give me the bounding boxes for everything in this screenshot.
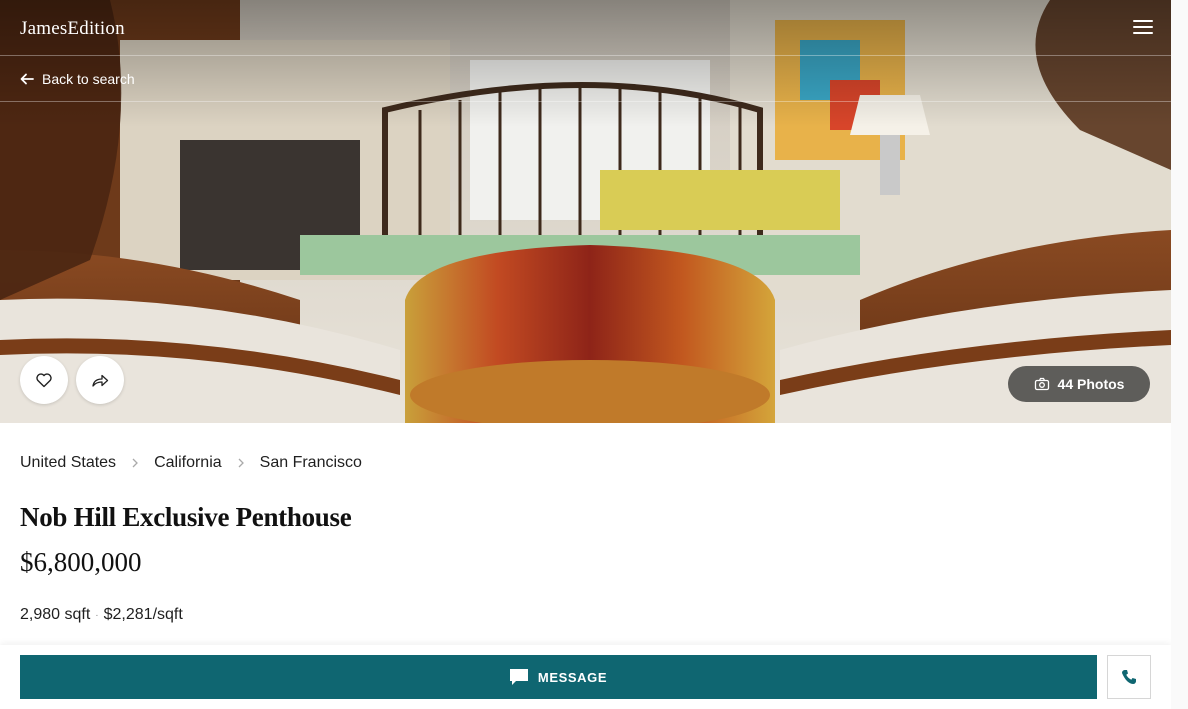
listing-title: Nob Hill Exclusive Penthouse	[20, 502, 352, 532]
chevron-right-icon	[128, 456, 142, 470]
breadcrumb: United States California San Francisco	[20, 454, 362, 472]
heart-icon	[36, 373, 52, 388]
listing-price-per-area: $2,281/sqft	[103, 606, 183, 623]
back-to-search-link[interactable]: Back to search	[20, 71, 135, 87]
breadcrumb-item-country[interactable]: United States	[20, 454, 116, 472]
share-arrow-icon	[92, 374, 109, 387]
call-button[interactable]	[1107, 655, 1151, 699]
chat-bubble-icon	[509, 669, 528, 685]
listing-price: $6,800,000	[20, 547, 142, 577]
photos-count-button[interactable]: 44 Photos	[1008, 366, 1150, 402]
contact-action-bar: MESSAGE	[0, 645, 1171, 709]
stats-separator: ·	[95, 609, 99, 621]
breadcrumb-item-city[interactable]: San Francisco	[260, 454, 362, 472]
site-logo[interactable]: JamesEdition	[20, 18, 125, 40]
message-button-label: MESSAGE	[537, 669, 608, 685]
listing-stats: 2,980 sqft · $2,281/sqft	[20, 606, 183, 624]
top-navbar: JamesEdition	[0, 0, 1171, 56]
listing-area: 2,980 sqft	[20, 606, 91, 623]
page-scrollbar[interactable]	[1171, 0, 1188, 709]
hamburger-menu-icon[interactable]	[1133, 18, 1155, 38]
back-to-search-label: Back to search	[42, 71, 135, 87]
arrow-left-icon	[20, 73, 34, 85]
message-button[interactable]: MESSAGE	[20, 655, 1097, 699]
chevron-right-icon	[234, 456, 248, 470]
photos-count-label: 44 Photos	[1057, 376, 1125, 392]
breadcrumb-item-state[interactable]: California	[154, 454, 222, 472]
camera-icon	[1034, 377, 1049, 391]
hero-gallery[interactable]: JamesEdition Back to search 44 Photos	[0, 0, 1171, 423]
phone-icon	[1122, 670, 1136, 684]
favorite-button[interactable]	[20, 356, 68, 404]
share-button[interactable]	[76, 356, 124, 404]
back-bar: Back to search	[0, 56, 1171, 102]
